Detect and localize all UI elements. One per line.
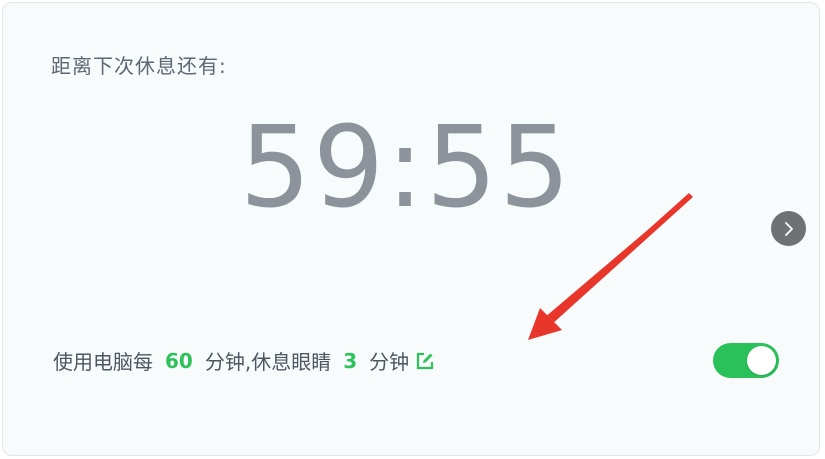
rest-minutes-value: 3	[343, 348, 358, 373]
reminder-toggle[interactable]	[713, 343, 779, 378]
chevron-right-icon	[782, 221, 796, 237]
settings-mid: 分钟,休息眼睛	[204, 350, 332, 374]
work-minutes-value: 60	[165, 348, 193, 373]
settings-prefix: 使用电脑每	[53, 350, 153, 374]
countdown-heading: 距离下次休息还有:	[51, 54, 227, 78]
next-button[interactable]	[771, 211, 806, 246]
countdown-timer: 59:55	[239, 103, 573, 233]
reminder-settings: 使用电脑每 60 分钟,休息眼睛 3 分钟	[53, 346, 435, 375]
settings-suffix: 分钟	[369, 350, 410, 374]
edit-icon[interactable]	[415, 351, 435, 371]
toggle-knob	[747, 346, 776, 375]
reminder-panel: 距离下次休息还有: 59:55 使用电脑每 60 分钟,休息眼睛 3 分钟	[2, 2, 820, 456]
